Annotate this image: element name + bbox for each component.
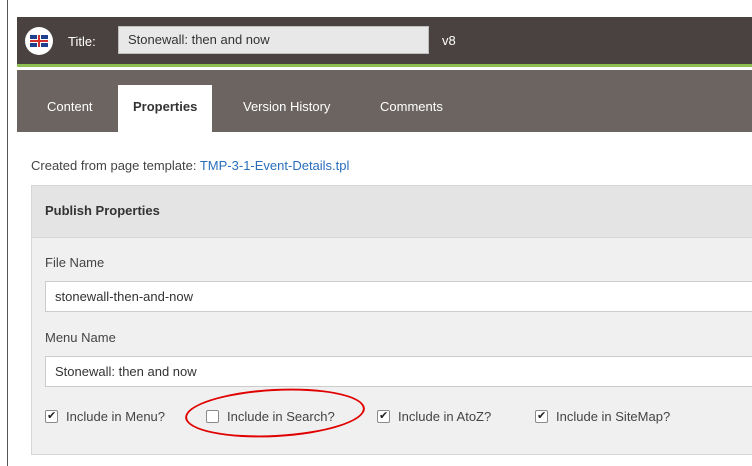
include-in-sitemap-option[interactable]: Include in SiteMap? xyxy=(535,409,670,424)
include-in-menu-option[interactable]: Include in Menu? xyxy=(45,409,165,424)
menu-name-field[interactable]: Stonewall: then and now xyxy=(45,356,752,387)
tab-comments[interactable]: Comments xyxy=(365,85,458,132)
include-in-search-option[interactable]: Include in Search? xyxy=(206,409,335,424)
tab-properties[interactable]: Properties xyxy=(118,85,213,132)
include-in-atoz-label: Include in AtoZ? xyxy=(398,409,492,424)
file-name-field[interactable]: stonewall-then-and-now xyxy=(45,281,752,312)
template-link[interactable]: TMP-3-1-Event-Details.tpl xyxy=(200,158,350,173)
version-label: v8 xyxy=(442,33,456,48)
panel-heading: Publish Properties xyxy=(32,186,752,238)
include-in-menu-label: Include in Menu? xyxy=(66,409,166,424)
tab-content[interactable]: Content xyxy=(32,85,108,132)
include-in-atoz-option[interactable]: Include in AtoZ? xyxy=(377,409,491,424)
include-in-search-label: Include in Search? xyxy=(227,409,335,424)
file-name-label: File Name xyxy=(45,255,105,270)
properties-content: Created from page template: TMP-3-1-Even… xyxy=(17,132,752,466)
template-prefix: Created from page template: xyxy=(31,158,200,173)
tab-bar: Content Properties Version History Comme… xyxy=(17,70,752,132)
tab-version-history[interactable]: Version History xyxy=(228,85,345,132)
window-frame xyxy=(0,0,8,466)
menu-name-label: Menu Name xyxy=(45,330,116,345)
include-in-sitemap-label: Include in SiteMap? xyxy=(556,409,671,424)
include-in-menu-checkbox[interactable] xyxy=(45,409,58,423)
uk-flag-icon[interactable] xyxy=(25,27,53,55)
template-info: Created from page template: TMP-3-1-Even… xyxy=(31,158,349,173)
title-input[interactable]: Stonewall: then and now xyxy=(118,26,429,54)
include-in-search-checkbox[interactable] xyxy=(206,410,219,423)
title-label: Title: xyxy=(68,34,96,49)
include-in-atoz-checkbox[interactable] xyxy=(377,409,390,423)
publish-properties-panel: Publish Properties File Name stonewall-t… xyxy=(31,185,752,455)
header-bar: Title: Stonewall: then and now v8 xyxy=(17,17,752,67)
include-in-sitemap-checkbox[interactable] xyxy=(535,409,548,423)
